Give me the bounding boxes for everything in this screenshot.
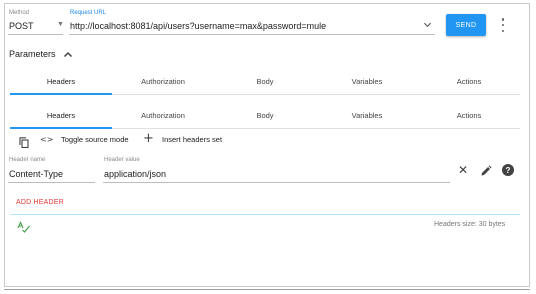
tab-indicator	[10, 93, 112, 95]
copy-icon[interactable]	[19, 135, 29, 153]
header-value-input[interactable]: application/json	[104, 169, 166, 179]
code-icon[interactable]: <>	[40, 135, 53, 144]
header-value-underline	[103, 182, 450, 183]
header-name-underline	[8, 182, 95, 183]
header-name-label: Header name	[9, 157, 46, 163]
close-icon[interactable]: ✕	[458, 163, 468, 177]
url-underline	[69, 34, 435, 35]
tab-body[interactable]: Body	[214, 103, 316, 127]
chevron-up-icon[interactable]	[63, 47, 73, 65]
chevron-down-icon[interactable]	[423, 20, 432, 31]
request-panel	[4, 3, 530, 287]
url-label: Request URL	[70, 10, 107, 16]
tab-variables[interactable]: Variables	[316, 69, 418, 93]
add-header-button[interactable]: ADD HEADER	[16, 199, 64, 206]
send-button[interactable]: SEND	[446, 14, 486, 36]
method-dropdown-icon[interactable]: ▼	[57, 21, 64, 28]
edit-icon[interactable]	[480, 164, 492, 182]
tab-actions[interactable]: Actions	[418, 103, 520, 127]
tab-bar-primary: Headers Authorization Body Variables Act…	[10, 69, 520, 93]
insert-headers-set-button[interactable]: Insert headers set	[162, 135, 222, 144]
help-icon[interactable]: ?	[502, 164, 514, 176]
method-select[interactable]: POST	[9, 21, 34, 31]
method-label: Method	[9, 10, 30, 16]
tab-authorization[interactable]: Authorization	[112, 103, 214, 127]
plus-icon[interactable]: +	[143, 131, 154, 146]
toggle-source-mode-button[interactable]: Toggle source mode	[61, 135, 129, 144]
parameters-title: Parameters	[9, 49, 56, 59]
method-underline	[8, 34, 63, 35]
header-name-input[interactable]: Content-Type	[9, 169, 63, 179]
tab-authorization[interactable]: Authorization	[112, 69, 214, 93]
url-input[interactable]: http://localhost:8081/api/users?username…	[70, 21, 326, 31]
more-vert-icon[interactable]	[498, 15, 508, 35]
bottom-border	[4, 289, 530, 290]
spellcheck-icon	[17, 220, 31, 238]
header-value-label: Header value	[104, 157, 140, 163]
tab-actions[interactable]: Actions	[418, 69, 520, 93]
tab-body[interactable]: Body	[214, 69, 316, 93]
tab-headers[interactable]: Headers	[10, 69, 112, 93]
tab-indicator	[10, 127, 112, 129]
tab-headers[interactable]: Headers	[10, 103, 112, 127]
tab-bar-secondary: Headers Authorization Body Variables Act…	[10, 103, 520, 127]
header-divider	[10, 214, 520, 215]
tab-variables[interactable]: Variables	[316, 103, 418, 127]
headers-size-label: Headers size: 30 bytes	[434, 221, 506, 228]
